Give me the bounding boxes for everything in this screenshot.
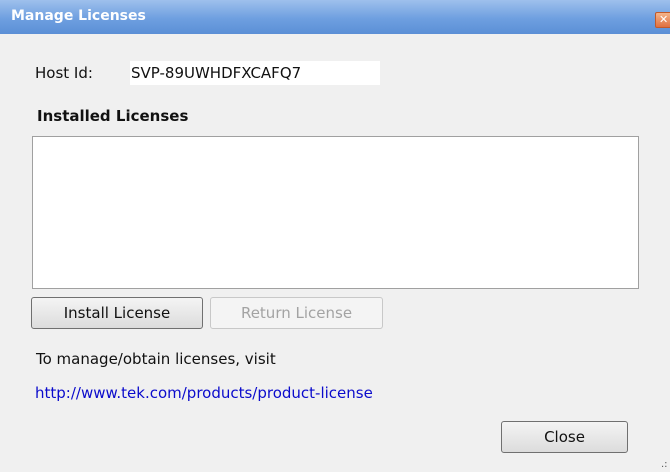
close-button[interactable]: Close — [501, 421, 628, 453]
installed-licenses-list[interactable] — [32, 136, 639, 289]
manage-licenses-dialog: Manage Licenses ✕ Host Id: SVP-89UWHDFXC… — [0, 0, 670, 472]
resize-grip-icon[interactable]: .: — [661, 459, 668, 470]
manage-licenses-info-text: To manage/obtain licenses, visit — [36, 350, 276, 368]
close-window-icon[interactable]: ✕ — [655, 12, 670, 28]
installed-licenses-heading: Installed Licenses — [37, 107, 189, 125]
product-license-link[interactable]: http://www.tek.com/products/product-lice… — [35, 384, 373, 402]
host-id-value[interactable]: SVP-89UWHDFXCAFQ7 — [130, 61, 380, 85]
window-title: Manage Licenses — [11, 8, 146, 24]
host-id-label: Host Id: — [35, 64, 93, 82]
return-license-button[interactable]: Return License — [210, 297, 383, 329]
install-license-button[interactable]: Install License — [31, 297, 203, 329]
title-bar[interactable]: Manage Licenses ✕ — [0, 0, 670, 34]
